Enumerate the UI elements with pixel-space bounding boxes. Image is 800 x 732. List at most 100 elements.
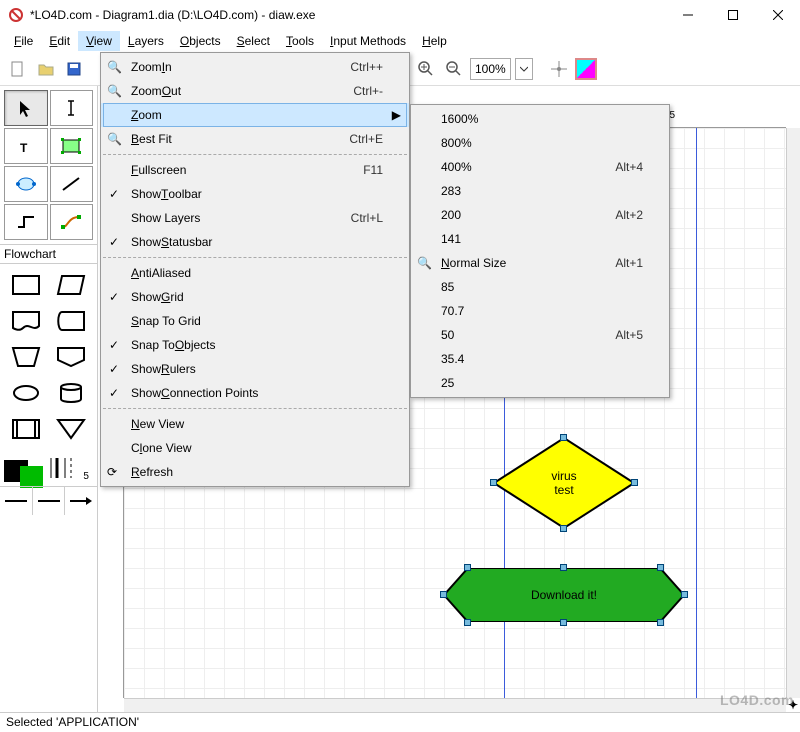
decision-text: virus test: [494, 438, 634, 528]
mi-snap-objects[interactable]: ✓Snap To Objects: [101, 333, 409, 357]
mi-show-connpoints[interactable]: ✓Show Connection Points: [101, 381, 409, 405]
zoom-in-toolbar-icon[interactable]: [414, 57, 438, 81]
shape-process[interactable]: [4, 268, 48, 302]
shape-category-label[interactable]: Flowchart: [0, 244, 97, 264]
zoom-value: 100%: [475, 62, 506, 76]
mi-show-rulers[interactable]: ✓Show Rulers: [101, 357, 409, 381]
object-color-swatch[interactable]: [575, 58, 597, 80]
check-icon: ✓: [109, 290, 119, 304]
mi-zoom-1600[interactable]: 1600%: [411, 107, 669, 131]
mi-zoom-800[interactable]: 800%: [411, 131, 669, 155]
mi-snap-grid[interactable]: Snap To Grid: [101, 309, 409, 333]
bg-color[interactable]: [20, 466, 44, 488]
check-icon: ✓: [109, 362, 119, 376]
new-button[interactable]: [6, 57, 30, 81]
tool-curve[interactable]: [50, 204, 94, 240]
mi-zoom-25[interactable]: 25: [411, 371, 669, 395]
tool-zigzag[interactable]: [4, 204, 48, 240]
scrollbar-vertical[interactable]: [786, 128, 800, 698]
mi-show-layers[interactable]: Show LayersCtrl+L: [101, 206, 409, 230]
line-end-arrow[interactable]: [65, 487, 97, 515]
zoom-out-toolbar-icon[interactable]: [442, 57, 466, 81]
menu-tools[interactable]: Tools: [278, 31, 322, 51]
mi-new-view[interactable]: New View: [101, 412, 409, 436]
mi-zoom-400[interactable]: 400%Alt+4: [411, 155, 669, 179]
titlebar: *LO4D.com - Diagram1.dia (D:\LO4D.com) -…: [0, 0, 800, 30]
statusbar: Selected 'APPLICATION': [0, 712, 800, 732]
menu-layers[interactable]: Layers: [120, 31, 172, 51]
tool-pointer[interactable]: [4, 90, 48, 126]
zoom-in-icon: 🔍: [107, 60, 122, 74]
watermark: LO4D.com: [720, 692, 794, 708]
mi-zoom-in[interactable]: 🔍Zoom InCtrl++: [101, 55, 409, 79]
mi-refresh[interactable]: ⟳Refresh: [101, 460, 409, 484]
mi-zoom-50[interactable]: 50Alt+5: [411, 323, 669, 347]
shape-database[interactable]: [50, 376, 94, 410]
tool-text[interactable]: T: [4, 128, 48, 164]
shape-document[interactable]: [4, 304, 48, 338]
mi-zoom-submenu[interactable]: Zoom▶: [101, 103, 409, 127]
menu-help[interactable]: Help: [414, 31, 455, 51]
mi-zoom-35[interactable]: 35.4: [411, 347, 669, 371]
shape-terminator[interactable]: [4, 376, 48, 410]
status-text: Selected 'APPLICATION': [6, 715, 139, 729]
mi-antialiased[interactable]: AntiAliased: [101, 261, 409, 285]
mi-zoom-85[interactable]: 85: [411, 275, 669, 299]
check-icon: ✓: [109, 338, 119, 352]
zoom-dropdown-button[interactable]: [515, 58, 533, 80]
refresh-icon: ⟳: [107, 465, 117, 479]
submenu-arrow-icon: ▶: [392, 108, 401, 122]
app-icon: [8, 7, 24, 23]
menu-input-methods[interactable]: Input Methods: [322, 31, 414, 51]
mi-zoom-200[interactable]: 200Alt+2: [411, 203, 669, 227]
shape-decision[interactable]: virus test: [494, 438, 634, 528]
zoom-level-field[interactable]: 100%: [470, 58, 511, 80]
mi-zoom-141[interactable]: 141: [411, 227, 669, 251]
menu-select[interactable]: Select: [229, 31, 278, 51]
save-button[interactable]: [62, 57, 86, 81]
shape-data[interactable]: [50, 268, 94, 302]
line-middle[interactable]: [33, 487, 66, 515]
close-button[interactable]: [755, 0, 800, 30]
mi-fullscreen[interactable]: FullscreenF11: [101, 158, 409, 182]
mi-show-grid[interactable]: ✓Show Grid: [101, 285, 409, 309]
check-icon: ✓: [109, 386, 119, 400]
shape-predefined[interactable]: [4, 412, 48, 446]
menu-edit[interactable]: Edit: [41, 31, 78, 51]
preparation-text: Download it!: [531, 588, 597, 602]
color-picker[interactable]: 5: [0, 450, 97, 486]
maximize-button[interactable]: [710, 0, 755, 30]
menu-file[interactable]: File: [6, 31, 41, 51]
shape-stored-data[interactable]: [50, 304, 94, 338]
shape-offpage[interactable]: [50, 340, 94, 374]
mi-zoom-out[interactable]: 🔍Zoom OutCtrl+-: [101, 79, 409, 103]
guide-line[interactable]: [696, 128, 697, 698]
mi-zoom-70[interactable]: 70.7: [411, 299, 669, 323]
open-button[interactable]: [34, 57, 58, 81]
zoom-fit-icon: 🔍: [107, 132, 122, 146]
shape-preparation[interactable]: Download it!: [444, 568, 684, 622]
tool-box[interactable]: [50, 128, 94, 164]
zoom-submenu-popup: 1600% 800% 400%Alt+4 283 200Alt+2 141 🔍N…: [410, 104, 670, 398]
zoom-normal-icon: 🔍: [417, 256, 432, 270]
menu-view[interactable]: View: [78, 31, 120, 51]
minimize-button[interactable]: [665, 0, 710, 30]
mi-best-fit[interactable]: 🔍Best FitCtrl+E: [101, 127, 409, 151]
mi-zoom-normal[interactable]: 🔍Normal SizeAlt+1: [411, 251, 669, 275]
tools-panel: T Flowchart 5: [0, 86, 98, 712]
mi-show-toolbar[interactable]: ✓Show Toolbar: [101, 182, 409, 206]
tool-line[interactable]: [50, 166, 94, 202]
mi-show-statusbar[interactable]: ✓Show Statusbar: [101, 230, 409, 254]
grid-snap-icon[interactable]: [547, 57, 571, 81]
check-icon: ✓: [109, 187, 119, 201]
scrollbar-horizontal[interactable]: [124, 698, 786, 712]
shape-merge[interactable]: [50, 412, 94, 446]
shape-manual-op[interactable]: [4, 340, 48, 374]
tool-ellipse-node[interactable]: [4, 166, 48, 202]
tool-text-cursor[interactable]: [50, 90, 94, 126]
mi-zoom-283[interactable]: 283: [411, 179, 669, 203]
menu-objects[interactable]: Objects: [172, 31, 229, 51]
line-start-none[interactable]: [0, 487, 33, 515]
mi-clone-view[interactable]: Clone View: [101, 436, 409, 460]
menubar: File Edit View Layers Objects Select Too…: [0, 30, 800, 52]
